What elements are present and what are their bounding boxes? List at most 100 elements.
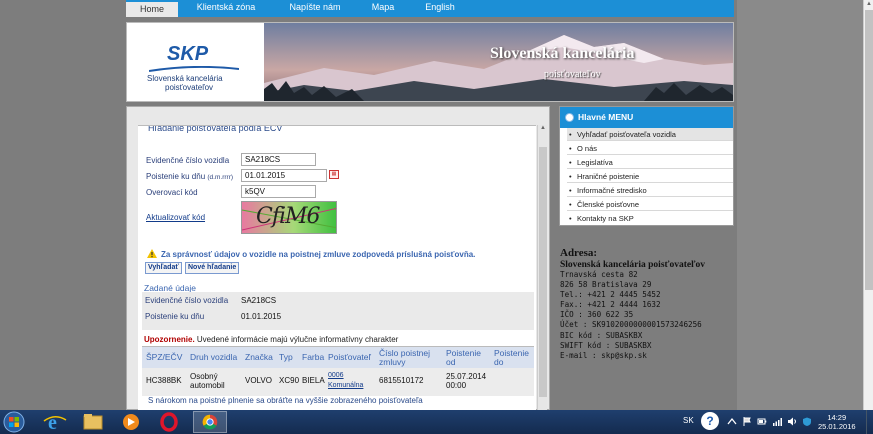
tray-battery-icon[interactable]	[757, 417, 767, 426]
cell-color: BIELA	[302, 376, 325, 385]
col-insurer: Poisťovateľ	[328, 352, 371, 362]
site-banner: SKP Slovenská kancelária poisťovateľov S…	[126, 22, 734, 102]
page-title: Hľadanie poisťovateľa podľa EČV	[148, 125, 283, 133]
menu-item-member-insurers[interactable]: • Členské poisťovne	[567, 198, 733, 211]
date-label: Poistenie ku dňu (d.m.rrrr)	[146, 172, 234, 181]
col-color: Farba	[302, 352, 325, 362]
tray-security-icon[interactable]	[802, 417, 812, 426]
address-account: Účet : SK9102000000001573246256	[560, 320, 702, 330]
top-navigation: Home Klientská zóna Napíšte nám Mapa Eng…	[126, 0, 734, 17]
svg-text:e: e	[48, 412, 57, 433]
captcha-image: CfiM6	[241, 201, 337, 234]
media-player-icon[interactable]	[114, 411, 148, 433]
warning-icon	[147, 249, 157, 258]
scroll-thumb[interactable]	[539, 147, 547, 397]
new-search-button[interactable]: Nové hľadanie	[185, 262, 240, 274]
address-street: Trnavská cesta 82	[560, 270, 638, 279]
tray-flag-icon[interactable]	[742, 417, 752, 426]
menu-item-search-insurer[interactable]: • Vyhľadať poisťovateľa vozidla	[567, 128, 733, 141]
warning-text: Za správnosť údajov o vozidle na poistne…	[161, 250, 476, 259]
page-right-margin	[737, 0, 863, 410]
plate-input[interactable]: SA218CS	[241, 153, 316, 166]
nav-contact-us[interactable]: Napíšte nám	[274, 0, 356, 17]
col-type: Typ	[279, 352, 293, 362]
internet-explorer-icon[interactable]: e	[38, 411, 72, 433]
menu-item-border-insurance[interactable]: • Hraničné poistenie	[567, 170, 733, 183]
help-icon[interactable]: ?	[701, 412, 719, 430]
skp-logo[interactable]: SKP Slovenská kancelária poisťovateľov	[127, 23, 264, 101]
nav-client-zone[interactable]: Klientská zóna	[178, 0, 274, 17]
menu-item-legislation[interactable]: • Legislatíva	[567, 156, 733, 169]
address-org-name: Slovenská kancelária poisťovateľov	[560, 260, 706, 270]
radio-dot-icon	[565, 113, 574, 122]
plate-label: Evidenčné číslo vozidla	[146, 156, 230, 165]
cell-policy-number: 6815510172	[379, 376, 424, 385]
refresh-code-link[interactable]: Aktualizovať kód	[146, 213, 205, 222]
menu-item-about[interactable]: • O nás	[567, 142, 733, 155]
address-swift: SWIFT kód : SUBASKBX	[560, 340, 652, 350]
banner-title: Slovenská kancelária	[490, 45, 635, 62]
address-fax: Fax.: +421 2 4444 1632	[560, 300, 661, 310]
date-input[interactable]: 01.01.2015	[241, 169, 327, 182]
search-button[interactable]: Vyhľadať	[145, 262, 182, 274]
banner-subtitle: poisťovateľov	[544, 69, 601, 80]
logo-subtitle-line1: Slovenská kancelária	[147, 74, 223, 83]
menu-item-contacts[interactable]: • Kontakty na SKP	[567, 212, 733, 225]
keyboard-language[interactable]: SK	[683, 416, 694, 425]
scroll-up-icon[interactable]: ▲	[538, 125, 548, 135]
calendar-icon[interactable]: ▦	[329, 170, 339, 179]
entered-plate-value: SA218CS	[241, 296, 277, 305]
entered-date-value: 01.01.2015	[241, 312, 282, 321]
menu-title: Hlavné MENU	[560, 107, 733, 128]
cell-brand: VOLVO	[245, 376, 272, 385]
captcha-text: CfiM6	[256, 204, 321, 229]
verification-code-input[interactable]: k5QV	[241, 185, 316, 198]
address-phone: Tel.: +421 2 4445 5452	[560, 290, 661, 300]
nav-map[interactable]: Mapa	[356, 0, 410, 17]
entered-data-box: Evidenčné číslo vozidla SA218CS Poisteni…	[142, 292, 534, 330]
col-plate: ŠPZ/EČV	[146, 352, 183, 362]
tray-volume-icon[interactable]	[787, 417, 797, 426]
table-row: HC388BK Osobný automobil VOLVO XC90 BIEL…	[142, 368, 534, 396]
logo-swoosh-icon	[149, 66, 239, 72]
show-desktop-button[interactable]	[866, 410, 873, 434]
results-table-header: ŠPZ/EČV Druh vozidla Značka Typ Farba Po…	[142, 346, 534, 368]
nav-home[interactable]: Home	[126, 0, 178, 17]
address-city: 826 58 Bratislava 29	[560, 280, 652, 290]
col-vehicle-kind: Druh vozidla	[190, 352, 238, 362]
mountain-banner-image: Slovenská kancelária poisťovateľov	[264, 23, 733, 101]
windows-start-icon[interactable]	[2, 411, 26, 433]
cell-insured-from: 25.07.2014 00:00	[446, 372, 487, 390]
search-content: Hľadanie poisťovateľa podľa EČV Evidenčn…	[138, 125, 536, 410]
address-title: Adresa:	[560, 247, 598, 259]
entered-plate-label: Evidenčné číslo vozidla	[145, 296, 229, 305]
cell-plate: HC388BK	[146, 376, 182, 385]
menu-item-info-center[interactable]: • Informačné stredisko	[567, 184, 733, 197]
windows-taskbar: e SK ? 14:29 25.01.2016	[0, 410, 873, 434]
verification-code-label: Overovací kód	[146, 188, 198, 197]
system-clock[interactable]: 14:29 25.01.2016	[818, 413, 856, 431]
address-ico: IČO : 360 622 35	[560, 310, 634, 320]
cell-vehicle-kind: Osobný automobil	[190, 372, 225, 390]
address-email[interactable]: E-mail : skp@skp.sk	[560, 351, 734, 361]
notice-text: Upozornenie. Uvedené informácie majú výl…	[144, 335, 399, 344]
col-brand: Značka	[245, 352, 273, 362]
col-insured-to: Poistenie do	[494, 348, 529, 367]
chrome-icon[interactable]	[193, 411, 227, 433]
clock-date: 25.01.2016	[818, 422, 856, 431]
tray-arrow-icon[interactable]	[727, 417, 737, 426]
address-bic: BIC kód : SUBASKBX	[560, 330, 643, 340]
nav-english[interactable]: English	[410, 0, 470, 17]
tray-network-icon[interactable]	[772, 417, 782, 426]
file-explorer-icon[interactable]	[76, 411, 110, 433]
address-block: Adresa: Slovenská kancelária poisťovateľ…	[560, 247, 734, 361]
browser-scrollbar[interactable]: ▲	[863, 0, 873, 410]
browser-scroll-up-icon[interactable]: ▲	[865, 1, 873, 9]
opera-icon[interactable]	[152, 411, 186, 433]
logo-subtitle-line2: poisťovateľov	[165, 83, 214, 92]
cell-insurer-link[interactable]: 0006 Komunálna	[328, 370, 363, 390]
browser-scroll-thumb[interactable]	[865, 10, 873, 290]
content-scrollbar[interactable]: ▲	[537, 125, 547, 410]
entered-date-label: Poistenie ku dňu	[145, 312, 205, 321]
col-insured-from: Poistenie od	[446, 348, 481, 367]
